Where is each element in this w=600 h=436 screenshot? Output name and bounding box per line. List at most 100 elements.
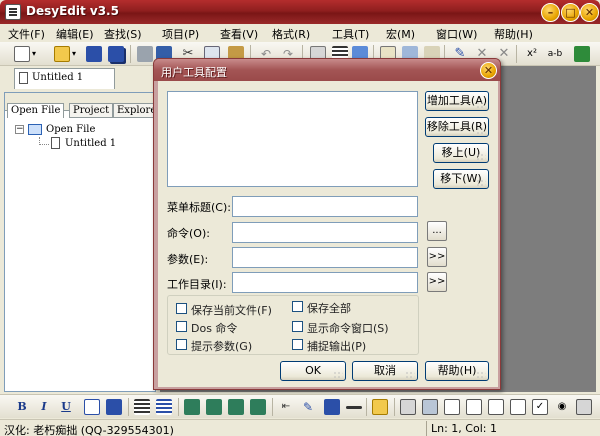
toolbar-separator — [130, 45, 131, 63]
params-insert-button[interactable]: >> — [427, 247, 447, 267]
checkbox-icon[interactable]: ✓ — [532, 399, 548, 415]
new-file-icon[interactable] — [14, 46, 30, 62]
menu-search[interactable]: 查找(S) — [104, 26, 142, 42]
font-color-icon[interactable] — [106, 399, 122, 415]
form-icon[interactable] — [400, 399, 416, 415]
move-up-button[interactable]: 移上(U) — [433, 143, 489, 163]
menu-title-label: 菜单标题(C): — [167, 201, 231, 214]
menu-window[interactable]: 窗口(W) — [436, 26, 477, 42]
tree-item-label: Untitled 1 — [65, 138, 117, 149]
dialog-close-button[interactable]: ✕ — [480, 62, 497, 79]
ok-label: OK — [305, 364, 321, 377]
cancel-label: 取消 — [374, 364, 396, 377]
tree-root-label: Open File — [46, 124, 96, 135]
window-title: DesyEdit v3.5 — [26, 4, 119, 18]
menu-format[interactable]: 格式(R) — [272, 26, 310, 42]
menu-macro[interactable]: 宏(M) — [386, 26, 415, 42]
menu-project[interactable]: 项目(P) — [162, 26, 199, 42]
save-current-label: 保存当前文件(F) — [191, 304, 272, 317]
status-credit: 汉化: 老朽痴拙 (QQ-329554301) — [4, 424, 174, 436]
table-icon[interactable] — [422, 399, 438, 415]
numbered-list-icon[interactable] — [156, 399, 172, 415]
horizontal-rule-icon[interactable] — [346, 406, 362, 409]
italic-button[interactable]: I — [36, 399, 52, 415]
image-icon[interactable] — [324, 399, 340, 415]
file-icon — [51, 137, 60, 149]
open-folder-icon[interactable] — [54, 46, 70, 62]
toolbar-separator — [128, 398, 129, 416]
command-label: 命令(O): — [167, 227, 210, 240]
print-icon[interactable] — [137, 46, 153, 62]
params-field[interactable] — [232, 247, 418, 268]
user-tools-dialog: 用户工具配置 ✕ 增加工具(A) 移除工具(R) 移上(U) 移下(W) 菜单标… — [153, 58, 501, 390]
command-field[interactable] — [232, 222, 418, 243]
title-bar: DesyEdit v3.5 – □ ✕ — [0, 0, 600, 24]
font-icon[interactable] — [84, 399, 100, 415]
align-left-icon[interactable] — [184, 399, 200, 415]
app-icon — [5, 4, 21, 20]
capture-output-label: 捕捉输出(P) — [307, 340, 367, 353]
ab-label[interactable]: a-b — [544, 46, 566, 62]
textbox-icon[interactable] — [444, 399, 460, 415]
toolbar-separator — [366, 398, 367, 416]
cancel-button[interactable]: 取消 — [352, 361, 418, 381]
maximize-button[interactable]: □ — [561, 3, 580, 22]
link-icon[interactable]: ✎ — [300, 399, 316, 415]
menu-help[interactable]: 帮助(H) — [494, 26, 533, 42]
workdir-field[interactable] — [232, 272, 418, 293]
cursor-position: Ln: 1, Col: 1 — [426, 421, 596, 436]
save-icon[interactable] — [86, 46, 102, 62]
computer-icon — [28, 124, 42, 135]
select-icon[interactable] — [510, 399, 526, 415]
move-down-button[interactable]: 移下(W) — [433, 169, 489, 189]
add-tool-button[interactable]: 增加工具(A) — [425, 91, 489, 111]
clipboard-icon[interactable] — [372, 399, 388, 415]
remove-tool-button[interactable]: 移除工具(R) — [425, 117, 489, 137]
help-label: 帮助(H) — [437, 364, 477, 377]
bullet-list-icon[interactable] — [134, 399, 150, 415]
menu-bar: 文件(F) 编辑(E) 查找(S) 项目(P) 查看(V) 格式(R) 工具(T… — [0, 24, 600, 42]
side-panel: Open File Project Explorer − Open File U… — [4, 92, 166, 392]
tree-connector — [39, 137, 49, 145]
align-center-icon[interactable] — [206, 399, 222, 415]
workdir-label: 工作目录(I): — [167, 278, 227, 291]
close-button[interactable]: ✕ — [580, 3, 599, 22]
format-toolbar: B I U ⇤ ✎ ✓ ◉ — [0, 394, 600, 418]
ok-button[interactable]: OK — [280, 361, 346, 381]
help-button[interactable]: 帮助(H) — [425, 361, 489, 381]
bold-button[interactable]: B — [14, 399, 30, 415]
menu-view[interactable]: 查看(V) — [220, 26, 258, 42]
outdent-icon[interactable]: ⇤ — [278, 399, 294, 415]
tab-untitled-1[interactable]: Untitled 1 — [14, 68, 115, 89]
prompt-params-label: 提示参数(G) — [191, 340, 253, 353]
textarea-icon[interactable] — [466, 399, 482, 415]
minimize-button[interactable]: – — [541, 3, 560, 22]
justify-icon[interactable] — [250, 399, 266, 415]
tab-open-file[interactable]: Open File — [7, 103, 65, 118]
dialog-title-bar: 用户工具配置 ✕ — [154, 59, 500, 81]
move-up-label: 移上(U) — [441, 146, 481, 159]
radio-icon[interactable]: ◉ — [554, 399, 570, 415]
new-dropdown-icon[interactable]: ▾ — [32, 46, 40, 62]
superscript-icon[interactable]: x² — [524, 46, 540, 62]
tab-project[interactable]: Project — [69, 103, 114, 118]
menu-edit[interactable]: 编辑(E) — [56, 26, 94, 42]
dos-command-label: Dos 命令 — [191, 322, 238, 335]
browse-command-button[interactable]: ... — [427, 221, 447, 241]
menu-file[interactable]: 文件(F) — [8, 26, 45, 42]
status-bar: 汉化: 老朽痴拙 (QQ-329554301) Ln: 1, Col: 1 — [0, 419, 600, 436]
run-icon[interactable] — [574, 46, 590, 62]
menu-title-field[interactable] — [232, 196, 418, 217]
collapse-icon[interactable]: − — [15, 125, 24, 134]
tools-list[interactable] — [167, 91, 418, 187]
password-icon[interactable] — [488, 399, 504, 415]
open-dropdown-icon[interactable]: ▾ — [72, 46, 80, 62]
menu-tools[interactable]: 工具(T) — [332, 26, 369, 42]
align-right-icon[interactable] — [228, 399, 244, 415]
workdir-insert-button[interactable]: >> — [427, 272, 447, 292]
button-icon[interactable] — [576, 399, 592, 415]
save-all-icon[interactable] — [108, 46, 124, 62]
toolbar-separator — [516, 45, 517, 63]
underline-button[interactable]: U — [58, 399, 74, 415]
options-group: 保存当前文件(F) 保存全部 Dos 命令 显示命令窗口(S) 提示参数(G) … — [167, 295, 419, 355]
